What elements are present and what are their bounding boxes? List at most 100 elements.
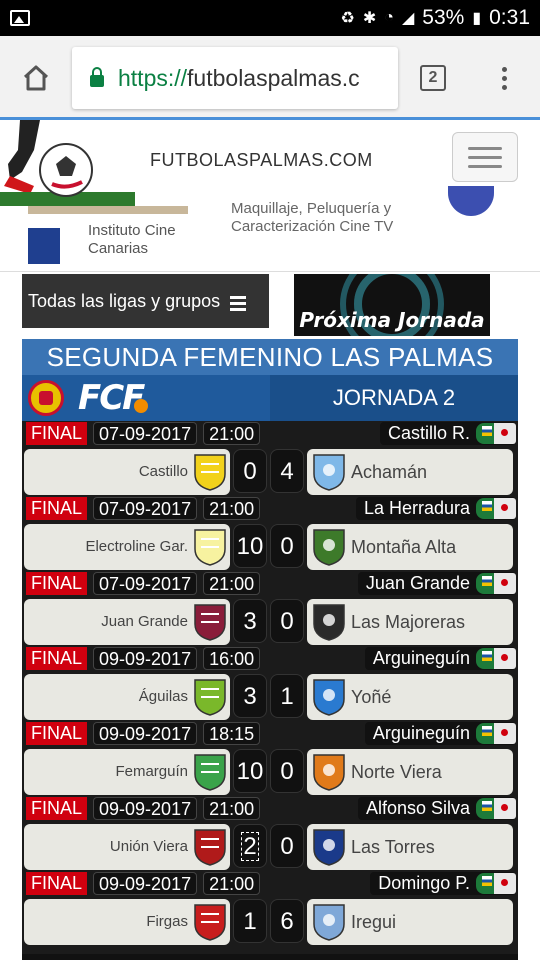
home-score-value: 10 xyxy=(236,533,264,560)
away-team-name: Norte Viera xyxy=(351,762,442,782)
home-score: 10 xyxy=(233,749,267,793)
away-score: 0 xyxy=(270,524,304,568)
away-team-name: Las Majoreras xyxy=(351,612,466,632)
home-team[interactable]: Femarguín xyxy=(24,749,230,795)
home-team-name: Femarguín xyxy=(115,763,188,780)
match-status-badge: FINAL xyxy=(26,422,88,445)
home-team-name: Juan Grande xyxy=(101,613,188,630)
match-venue: Arguineguín xyxy=(364,722,516,745)
tab-count: 2 xyxy=(420,65,446,91)
match-date: 09-09-2017 xyxy=(93,872,198,895)
tab-switcher-button[interactable]: 2 xyxy=(398,36,468,120)
match-venue: Juan Grande xyxy=(357,572,516,595)
url-scheme: https:// xyxy=(118,64,188,91)
venue-name: Castillo R. xyxy=(387,423,470,443)
home-score-value: 3 xyxy=(243,608,257,635)
next-round-label: Próxima Jornada xyxy=(299,308,485,332)
menu-dot-icon xyxy=(501,66,507,72)
field-flag-icon xyxy=(476,573,516,594)
home-score-value: 0 xyxy=(243,458,257,485)
home-team[interactable]: Águilas xyxy=(24,674,230,720)
match-time: 21:00 xyxy=(203,872,261,895)
home-team[interactable]: Firgas xyxy=(24,899,230,945)
away-score: 6 xyxy=(270,899,304,943)
away-team-crest-icon xyxy=(313,604,345,641)
list-icon xyxy=(230,295,247,311)
site-menu-button[interactable] xyxy=(452,132,518,182)
browser-menu-button[interactable] xyxy=(468,36,540,120)
home-team-name: Castillo xyxy=(138,463,188,480)
venue-name: Domingo P. xyxy=(378,873,470,893)
match-time: 21:00 xyxy=(203,797,261,820)
home-score: 3 xyxy=(233,599,267,643)
panel-footer xyxy=(22,954,518,960)
gallery-notification-icon xyxy=(10,10,30,26)
home-icon xyxy=(23,65,49,91)
away-score: 0 xyxy=(270,749,304,793)
home-button[interactable] xyxy=(0,36,72,120)
menu-dot-icon xyxy=(501,84,507,90)
venue-name: Juan Grande xyxy=(365,573,470,593)
battery-icon: ▮ xyxy=(472,10,482,27)
field-flag-icon xyxy=(476,873,516,894)
match-row[interactable]: FINAL 09-09-2017 16:00 Arguineguín Águil… xyxy=(22,646,518,721)
match-row[interactable]: FINAL 09-09-2017 21:00 Alfonso Silva Uni… xyxy=(22,796,518,871)
federation-logo-dot-icon xyxy=(134,399,148,413)
field-flag-icon xyxy=(476,798,516,819)
home-team[interactable]: Electroline Gar. xyxy=(24,524,230,570)
away-team-name: Iregui xyxy=(351,912,397,932)
away-team-name: Yoñé xyxy=(351,687,392,707)
home-team[interactable]: Unión Viera xyxy=(24,824,230,870)
ad-banner[interactable]: Instituto Cine Canarias Maquillaje, Pelu… xyxy=(0,186,540,272)
away-team[interactable]: Las Torres xyxy=(307,824,513,870)
home-team[interactable]: Castillo xyxy=(24,449,230,495)
venue-name: Alfonso Silva xyxy=(365,798,470,818)
home-team-crest-icon xyxy=(194,454,226,491)
venue-name: La Herradura xyxy=(363,498,470,518)
match-date: 09-09-2017 xyxy=(93,647,198,670)
match-venue: Alfonso Silva xyxy=(357,797,516,820)
match-row[interactable]: FINAL 07-09-2017 21:00 Castillo R. Casti… xyxy=(22,421,518,496)
address-bar[interactable]: https://futbolaspalmas.c xyxy=(72,47,398,109)
match-venue: La Herradura xyxy=(355,497,516,520)
home-team-name: Firgas xyxy=(146,913,188,930)
match-status-badge: FINAL xyxy=(26,647,88,670)
menu-dot-icon xyxy=(501,75,507,81)
home-team-name: Unión Viera xyxy=(109,838,188,855)
away-score: 4 xyxy=(270,449,304,493)
site-title[interactable]: FUTBOLASPALMAS.COM xyxy=(150,150,373,171)
home-score-value: 3 xyxy=(243,683,257,710)
match-row[interactable]: FINAL 09-09-2017 21:00 Domingo P. Firgas… xyxy=(22,871,518,946)
home-team-crest-icon xyxy=(194,829,226,866)
away-team[interactable]: Iregui xyxy=(307,899,513,945)
all-leagues-button[interactable]: Todas las ligas y grupos xyxy=(22,274,269,328)
site-logo[interactable] xyxy=(0,120,135,206)
home-team-name: Electroline Gar. xyxy=(85,538,188,555)
away-team[interactable]: Las Majoreras xyxy=(307,599,513,645)
home-team[interactable]: Juan Grande xyxy=(24,599,230,645)
match-row[interactable]: FINAL 07-09-2017 21:00 Juan Grande Juan … xyxy=(22,571,518,646)
match-date: 07-09-2017 xyxy=(93,572,198,595)
away-team[interactable]: Montaña Alta xyxy=(307,524,513,570)
match-time: 18:15 xyxy=(203,722,261,745)
match-date: 09-09-2017 xyxy=(93,722,198,745)
signal-icon: ◢ xyxy=(401,10,415,27)
menu-bar-icon xyxy=(468,155,502,159)
away-team[interactable]: Yoñé xyxy=(307,674,513,720)
away-team-crest-icon xyxy=(313,904,345,941)
match-status-badge: FINAL xyxy=(26,797,88,820)
status-bar: ♻ ✱ ◔ ◢ 53% ▮ 0:31 xyxy=(0,0,540,36)
status-right: ♻ ✱ ◔ ◢ 53% ▮ 0:31 xyxy=(341,6,530,30)
match-list: FINAL 07-09-2017 21:00 Castillo R. Casti… xyxy=(22,421,518,946)
match-row[interactable]: FINAL 07-09-2017 21:00 La Herradura Elec… xyxy=(22,496,518,571)
ad-circle-icon xyxy=(448,186,494,216)
away-team[interactable]: Achamán xyxy=(307,449,513,495)
round-label[interactable]: JORNADA 2 xyxy=(270,375,518,421)
away-team-name: Achamán xyxy=(351,462,428,482)
away-score-value: 6 xyxy=(280,908,294,935)
match-time: 21:00 xyxy=(203,422,261,445)
venue-name: Arguineguín xyxy=(372,723,470,743)
match-row[interactable]: FINAL 09-09-2017 18:15 Arguineguín Femar… xyxy=(22,721,518,796)
next-round-banner[interactable]: Próxima Jornada xyxy=(294,274,490,336)
away-team[interactable]: Norte Viera xyxy=(307,749,513,795)
